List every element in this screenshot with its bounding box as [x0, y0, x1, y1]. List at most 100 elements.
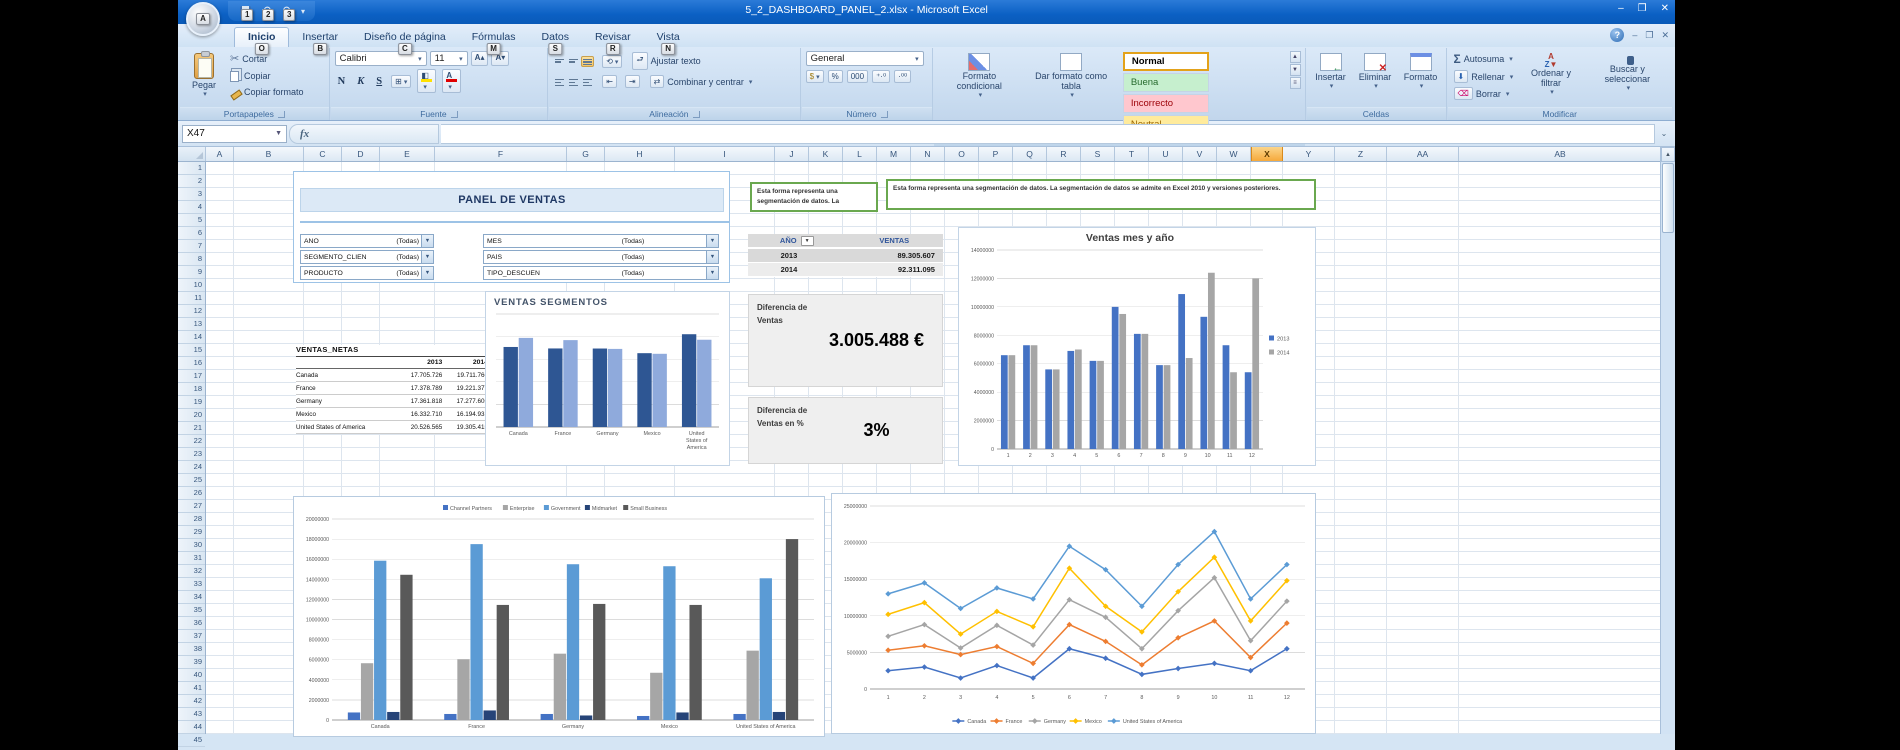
column-header[interactable]: AA: [1387, 147, 1459, 161]
row-header[interactable]: 17: [178, 370, 205, 383]
font-color-button[interactable]: A: [442, 69, 461, 93]
column-header[interactable]: H: [605, 147, 675, 161]
row-header[interactable]: 11: [178, 292, 205, 305]
dialog-launcher-icon[interactable]: [881, 111, 888, 118]
row-header[interactable]: 35: [178, 604, 205, 617]
undo-button[interactable]: ↶ 2: [259, 4, 274, 19]
expand-formula-bar-icon[interactable]: ⌄: [1657, 129, 1671, 138]
align-bottom-icon[interactable]: [581, 56, 594, 67]
conditional-formatting-button[interactable]: Formato condicional: [938, 51, 1020, 101]
row-header[interactable]: 10: [178, 279, 205, 292]
fill-color-button[interactable]: ◧: [417, 69, 436, 93]
row-header[interactable]: 27: [178, 500, 205, 513]
column-header[interactable]: I: [675, 147, 775, 161]
office-button[interactable]: A: [186, 2, 220, 36]
filter-dropdown[interactable]: TIPO_DESCUEN (Todas) ▼: [483, 266, 719, 280]
format-painter-button[interactable]: Copiar formato: [228, 85, 306, 98]
align-right-icon[interactable]: [581, 76, 594, 87]
row-header[interactable]: 33: [178, 578, 205, 591]
gallery-down-icon[interactable]: ▼: [1290, 64, 1301, 76]
ribbon-tab[interactable]: Datos S: [529, 28, 582, 47]
row-header[interactable]: 25: [178, 474, 205, 487]
filter-dropdown[interactable]: PRODUCTO (Todas) ▼: [300, 266, 434, 280]
format-as-table-button[interactable]: Dar formato como tabla: [1024, 51, 1118, 101]
dropdown-arrow-icon[interactable]: ▼: [421, 267, 433, 279]
row-header[interactable]: 39: [178, 656, 205, 669]
row-header[interactable]: 45: [178, 734, 205, 747]
borders-button[interactable]: ⊞: [391, 75, 411, 88]
dialog-launcher-icon[interactable]: [693, 111, 700, 118]
row-header[interactable]: 41: [178, 682, 205, 695]
column-header[interactable]: T: [1115, 147, 1149, 161]
formula-input[interactable]: [441, 124, 1655, 144]
dropdown-arrow-icon[interactable]: ▼: [421, 251, 433, 263]
column-header[interactable]: V: [1183, 147, 1217, 161]
align-center-icon[interactable]: [567, 76, 580, 87]
row-header[interactable]: 21: [178, 422, 205, 435]
fill-button[interactable]: ⬇ Rellenar: [1452, 69, 1516, 84]
row-header[interactable]: 32: [178, 565, 205, 578]
delete-cells-button[interactable]: ✕ Eliminar: [1355, 51, 1396, 92]
pivot-filter-icon[interactable]: ▼: [801, 236, 814, 246]
minimize-button[interactable]: –: [1618, 3, 1624, 14]
column-header[interactable]: R: [1047, 147, 1081, 161]
number-format-select[interactable]: General: [806, 51, 924, 66]
insert-cells-button[interactable]: ← Insertar: [1311, 51, 1351, 92]
dropdown-arrow-icon[interactable]: ▼: [706, 235, 718, 247]
row-header[interactable]: 34: [178, 591, 205, 604]
row-header[interactable]: 4: [178, 201, 205, 214]
redo-button[interactable]: ↷ 3: [280, 4, 295, 19]
decrease-decimal-button[interactable]: ·⁰⁰: [894, 70, 911, 83]
merge-center-button[interactable]: ⇄ Combinar y centrar: [648, 74, 755, 89]
copy-button[interactable]: Copiar: [228, 68, 306, 83]
dropdown-arrow-icon[interactable]: ▼: [706, 267, 718, 279]
row-header[interactable]: 7: [178, 240, 205, 253]
row-header[interactable]: 43: [178, 708, 205, 721]
row-header[interactable]: 6: [178, 227, 205, 240]
clear-button[interactable]: ⌫ Borrar: [1452, 86, 1516, 101]
column-header[interactable]: A: [206, 147, 234, 161]
row-header[interactable]: 44: [178, 721, 205, 734]
increase-indent-icon[interactable]: ⇥: [625, 75, 640, 88]
underline-button[interactable]: S: [373, 76, 385, 87]
column-header[interactable]: J: [775, 147, 809, 161]
dialog-launcher-icon[interactable]: [278, 111, 285, 118]
select-all-corner[interactable]: [178, 147, 206, 161]
row-header[interactable]: 16: [178, 357, 205, 370]
row-header[interactable]: 5: [178, 214, 205, 227]
filter-dropdown[interactable]: SEGMENTO_CLIEN (Todas) ▼: [300, 250, 434, 264]
column-header[interactable]: W: [1217, 147, 1251, 161]
sort-filter-button[interactable]: AZ▼ Ordenar y filtrar: [1519, 51, 1583, 98]
row-header[interactable]: 38: [178, 643, 205, 656]
column-header[interactable]: N: [911, 147, 945, 161]
row-header[interactable]: 3: [178, 188, 205, 201]
row-header[interactable]: 20: [178, 409, 205, 422]
column-header[interactable]: X: [1251, 147, 1283, 161]
row-header[interactable]: 22: [178, 435, 205, 448]
workbook-close-icon[interactable]: ✕: [1661, 30, 1669, 41]
row-header[interactable]: 42: [178, 695, 205, 708]
cell-style-chip[interactable]: Incorrecto: [1123, 94, 1209, 113]
paste-button[interactable]: Pegar: [184, 51, 224, 100]
filter-dropdown[interactable]: MES (Todas) ▼: [483, 234, 719, 248]
scrollbar-thumb[interactable]: [1662, 163, 1674, 233]
dropdown-arrow-icon[interactable]: ▼: [706, 251, 718, 263]
column-header[interactable]: G: [567, 147, 605, 161]
find-select-button[interactable]: Buscar y seleccionar: [1587, 51, 1668, 94]
column-header[interactable]: C: [304, 147, 342, 161]
cell-style-chip[interactable]: Buena: [1123, 73, 1209, 92]
maximize-button[interactable]: ❐: [1638, 3, 1647, 14]
row-header[interactable]: 29: [178, 526, 205, 539]
row-header[interactable]: 26: [178, 487, 205, 500]
row-header[interactable]: 24: [178, 461, 205, 474]
gallery-more-icon[interactable]: ≡: [1290, 77, 1301, 89]
font-size-select[interactable]: 11: [430, 51, 468, 66]
dialog-launcher-icon[interactable]: [451, 111, 458, 118]
save-button[interactable]: 1: [238, 4, 253, 19]
filter-dropdown[interactable]: AÑO (Todas) ▼: [300, 234, 434, 248]
row-header[interactable]: 37: [178, 630, 205, 643]
dropdown-arrow-icon[interactable]: ▼: [421, 235, 433, 247]
increase-decimal-button[interactable]: ⁺·⁰: [872, 70, 890, 83]
workbook-restore-icon[interactable]: ❐: [1645, 30, 1653, 41]
font-name-select[interactable]: Calibri: [335, 51, 427, 66]
